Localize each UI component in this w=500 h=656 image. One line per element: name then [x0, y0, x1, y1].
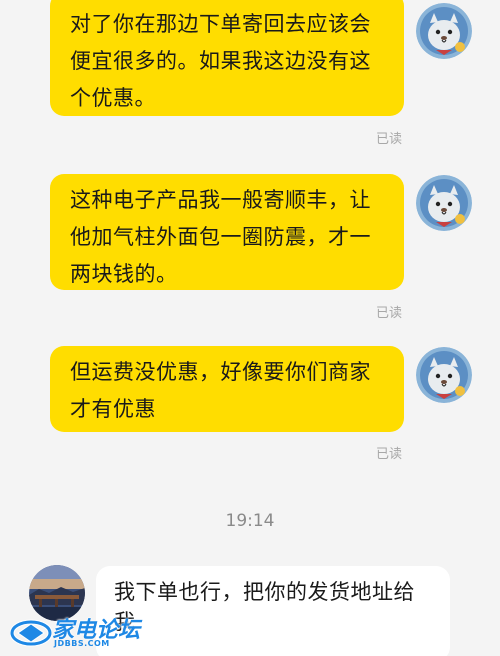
- outgoing-message-bubble[interactable]: 但运费没优惠，好像要你们商家才有优惠: [50, 346, 404, 432]
- read-status: 已读: [376, 306, 403, 321]
- message-text: 对了你在那边下单寄回去应该会便宜很多的。如果我这边没有这个优惠。: [70, 12, 371, 110]
- user-avatar[interactable]: [416, 175, 472, 231]
- message-text: 我下单也行，把你的发货地址给我: [114, 580, 415, 634]
- user-avatar[interactable]: [416, 347, 472, 403]
- watermark-site: JDBBS.COM: [54, 639, 110, 648]
- chat-timestamp: 19:14: [225, 511, 275, 531]
- forum-watermark: 家电论坛 JDBBS.COM: [8, 612, 148, 652]
- seal-avatar-icon: [416, 347, 472, 403]
- outgoing-message-bubble[interactable]: 这种电子产品我一般寄顺丰，让他加气柱外面包一圈防震，才一两块钱的。: [50, 174, 404, 290]
- seal-avatar-icon: [416, 3, 472, 59]
- seal-avatar-icon: [416, 175, 472, 231]
- message-text: 但运费没优惠，好像要你们商家才有优惠: [70, 360, 371, 421]
- read-status: 已读: [376, 132, 403, 147]
- outgoing-message-bubble[interactable]: 对了你在那边下单寄回去应该会便宜很多的。如果我这边没有这个优惠。: [50, 0, 404, 116]
- user-avatar[interactable]: [416, 3, 472, 59]
- incoming-message-bubble[interactable]: 我下单也行，把你的发货地址给我: [96, 566, 450, 656]
- message-text: 这种电子产品我一般寄顺丰，让他加气柱外面包一圈防震，才一两块钱的。: [70, 188, 371, 286]
- forum-logo-icon: [10, 619, 52, 647]
- read-status: 已读: [376, 447, 403, 462]
